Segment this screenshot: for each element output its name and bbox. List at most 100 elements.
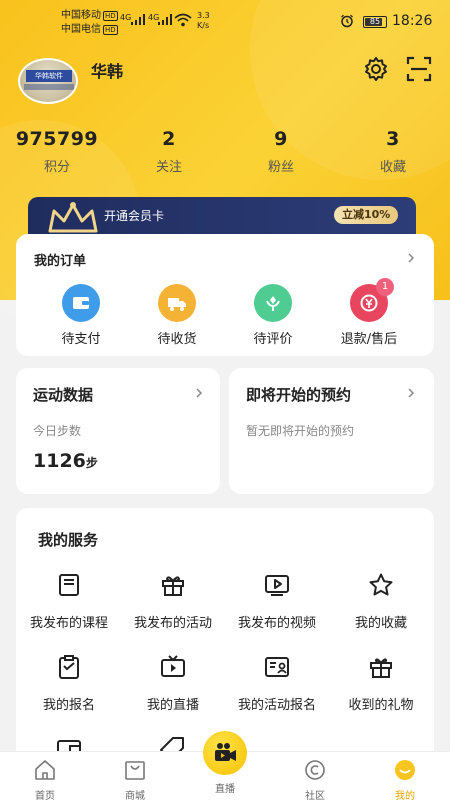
- tab-label: 首页: [35, 791, 55, 800]
- stat-following[interactable]: 2 关注: [114, 128, 224, 175]
- signal-icon: [158, 14, 172, 25]
- tab-home[interactable]: 首页: [0, 758, 90, 800]
- order-label: 待收货: [157, 332, 197, 347]
- profile-face-icon: [395, 760, 415, 780]
- hd-badge: HD: [103, 25, 118, 35]
- settings-gear-icon[interactable]: [363, 56, 389, 82]
- vip-text: 开通会员卡: [104, 209, 165, 223]
- scan-icon[interactable]: [406, 56, 432, 82]
- order-label: 待支付: [61, 332, 101, 347]
- service-my-signups[interactable]: 我的报名: [17, 654, 121, 713]
- steps-subtitle: 今日步数: [33, 424, 82, 438]
- service-my-videos[interactable]: 我发布的视频: [225, 572, 329, 631]
- orders-title: 我的订单: [34, 254, 87, 269]
- tab-label: 商城: [125, 791, 145, 800]
- refund-icon: [360, 294, 378, 312]
- stat-favorites[interactable]: 3 收藏: [338, 128, 448, 175]
- wifi-icon: [174, 13, 192, 27]
- service-my-courses[interactable]: 我发布的课程: [17, 572, 121, 631]
- orders-card: 我的订单 待支付 待收货 待评价 1 退款/售后: [16, 234, 434, 356]
- order-icon-bg: [62, 284, 100, 322]
- stat-label: 粉丝: [267, 160, 294, 175]
- profile-stats: 975799 积分 2 关注 9 粉丝 3 收藏: [0, 128, 450, 180]
- service-label: 我的活动报名: [237, 698, 316, 713]
- clock: 18:26: [392, 13, 433, 29]
- stat-label: 关注: [155, 160, 182, 175]
- service-received-gifts[interactable]: 收到的礼物: [329, 654, 433, 713]
- service-label: 我发布的活动: [133, 616, 212, 631]
- stat-fans[interactable]: 9 粉丝: [226, 128, 336, 175]
- stat-points[interactable]: 975799 积分: [2, 128, 112, 175]
- order-icon-bg: [254, 284, 292, 322]
- flower-icon: [266, 296, 280, 311]
- tv-icon: [161, 655, 185, 677]
- shop-bag-icon: [125, 761, 145, 780]
- wallet-icon: [73, 297, 89, 309]
- tab-mine[interactable]: 我的: [360, 758, 450, 800]
- speed-unit: K/s: [197, 21, 210, 30]
- signal-icon: [131, 14, 145, 25]
- service-my-activity-signups[interactable]: 我的活动报名: [225, 654, 329, 713]
- hd-badge: HD: [103, 11, 118, 21]
- alarm-icon: [341, 14, 353, 28]
- gift-icon: [370, 658, 392, 678]
- order-pending-payment[interactable]: 待支付: [33, 284, 129, 347]
- service-my-live[interactable]: 我的直播: [121, 654, 225, 713]
- tab-live[interactable]: 直播: [180, 780, 270, 795]
- steps-unit: 步: [85, 456, 98, 470]
- stat-label: 积分: [43, 160, 70, 175]
- battery-level: 85: [369, 17, 381, 26]
- stat-value: 975799: [15, 128, 99, 150]
- id-card-icon: [265, 657, 289, 677]
- avatar-logo-text: 华韩软件: [26, 70, 72, 82]
- network-type: 4G: [120, 13, 132, 22]
- avatar[interactable]: 华韩软件: [18, 58, 78, 104]
- appointment-title: 即将开始的预约: [246, 386, 352, 404]
- service-my-activities[interactable]: 我发布的活动: [121, 572, 225, 631]
- gift-box-icon: [162, 576, 184, 596]
- chevron-right-icon[interactable]: [406, 388, 416, 398]
- clipboard-icon: [59, 655, 79, 679]
- stat-value: 3: [386, 128, 400, 150]
- service-label: 收到的礼物: [348, 698, 414, 713]
- order-icon-bg: 1: [350, 278, 394, 322]
- vip-discount-tag: 立减10%: [334, 206, 399, 224]
- order-label: 退款/售后: [340, 332, 398, 347]
- tab-label: 社区: [305, 791, 325, 800]
- order-label: 待评价: [253, 332, 293, 347]
- tab-label: 我的: [395, 791, 415, 800]
- service-label: 我发布的视频: [237, 616, 316, 631]
- live-center-button[interactable]: [203, 731, 247, 775]
- order-icon-bg: [158, 284, 196, 322]
- stat-value: 2: [162, 128, 176, 150]
- star-icon: [369, 573, 393, 596]
- order-pending-receipt[interactable]: 待收货: [129, 284, 225, 347]
- sport-title: 运动数据: [33, 386, 94, 404]
- chevron-right-icon[interactable]: [194, 388, 204, 398]
- network-speed: 3.3 K/s: [197, 11, 210, 31]
- service-my-favorites[interactable]: 我的收藏: [329, 572, 433, 631]
- appointment-card[interactable]: 即将开始的预约 暂无即将开始的预约: [229, 368, 434, 494]
- refund-count-badge: 1: [376, 278, 394, 296]
- tab-community[interactable]: 社区: [270, 758, 360, 800]
- service-label: 我的直播: [146, 698, 199, 713]
- username[interactable]: 华韩: [91, 58, 123, 82]
- live-camera-icon: [215, 743, 236, 761]
- carrier-2: 中国电信: [61, 24, 101, 35]
- sport-data-card[interactable]: 运动数据 今日步数 1126步: [16, 368, 220, 494]
- stat-value: 9: [274, 128, 288, 150]
- steps-count: 1126步: [33, 450, 98, 472]
- truck-icon: [168, 298, 186, 311]
- video-icon: [265, 575, 289, 596]
- service-label: 我的收藏: [354, 616, 407, 631]
- tab-shop[interactable]: 商城: [90, 758, 180, 800]
- service-label: 我发布的课程: [29, 616, 108, 631]
- order-refund[interactable]: 1 退款/售后: [321, 278, 417, 347]
- course-icon: [59, 574, 79, 596]
- home-icon: [35, 760, 55, 780]
- community-icon: [305, 760, 325, 780]
- steps-value: 1126: [33, 450, 86, 472]
- order-pending-review[interactable]: 待评价: [225, 284, 321, 347]
- chevron-right-icon[interactable]: [406, 253, 416, 263]
- status-bar: 中国移动 HD 中国电信 HD 4G 4G 3.3 K/s 85 18:26: [0, 0, 450, 40]
